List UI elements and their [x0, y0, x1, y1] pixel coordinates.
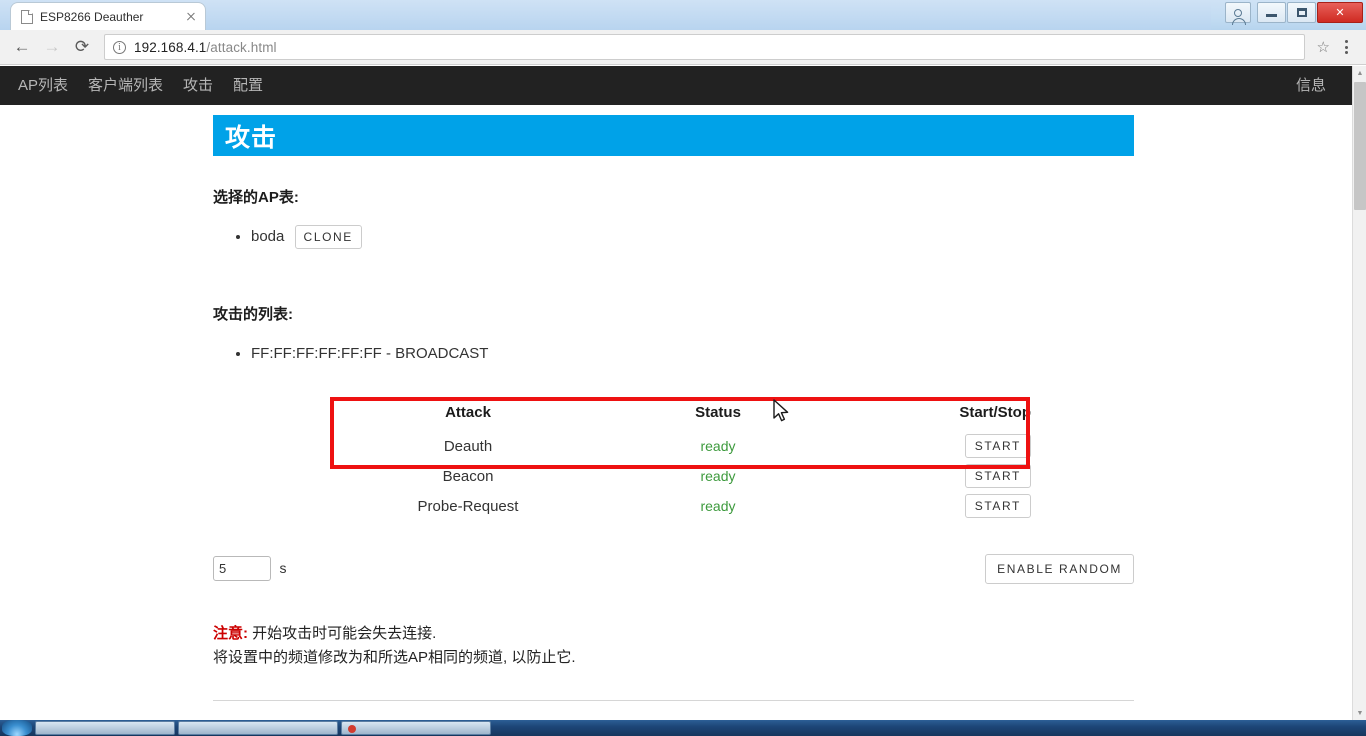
table-row-beacon: Beacon ready START [333, 461, 1033, 491]
column-header-start-stop: Start/Stop [833, 398, 1033, 431]
start-button-beacon[interactable]: START [965, 464, 1031, 488]
close-icon[interactable] [183, 9, 199, 25]
info-circle-icon[interactable]: i [113, 41, 126, 54]
url-text: 192.168.4.1/attack.html [134, 40, 277, 55]
notice-line1: 注意: 开始攻击时可能会失去连接. [213, 622, 1134, 646]
selected-ap-name: boda [251, 228, 284, 245]
attack-name: Beacon [333, 461, 603, 491]
nav-item-client-list[interactable]: 客户端列表 [78, 66, 173, 105]
page-body: 攻击 选择的AP表: boda CLONE 攻击的列表: FF:FF:FF:FF… [0, 105, 1352, 720]
minimize-icon[interactable] [1257, 2, 1286, 23]
enable-random-button[interactable]: ENABLE RANDOM [985, 554, 1134, 584]
scroll-down-icon[interactable]: ▼ [1353, 706, 1366, 720]
tab-title: ESP8266 Deauther [40, 10, 176, 24]
status-badge: ready [700, 438, 735, 454]
forward-arrow-icon[interactable]: → [38, 33, 66, 61]
selected-ap-list: boda CLONE [213, 223, 1134, 251]
page-banner: 攻击 [213, 115, 1134, 156]
nav-item-settings[interactable]: 配置 [223, 66, 273, 105]
close-icon[interactable]: ✕ [1317, 2, 1363, 23]
attack-table-head: Attack Status Start/Stop [333, 398, 1033, 431]
page-title: 攻击 [225, 118, 277, 154]
column-header-status: Status [603, 398, 833, 431]
scrollbar-thumb[interactable] [1354, 82, 1366, 210]
list-item: FF:FF:FF:FF:FF:FF - BROADCAST [251, 340, 1134, 368]
person-icon[interactable] [1225, 2, 1251, 23]
attack-list-heading: 攻击的列表: [213, 303, 1134, 324]
table-row-deauth: Deauth ready START [333, 431, 1033, 461]
timeout-row: s ENABLE RANDOM [213, 556, 1134, 596]
browser-tab-esp8266-deauther[interactable]: ESP8266 Deauther [10, 2, 206, 30]
clone-button[interactable]: CLONE [295, 225, 362, 249]
list-item: boda CLONE [251, 223, 1134, 251]
attack-table-body: Deauth ready START Beacon ready START Pr… [333, 431, 1033, 521]
page-navbar: AP列表 客户端列表 攻击 配置 信息 [0, 66, 1352, 105]
start-button-icon[interactable] [2, 720, 32, 736]
url-host: 192.168.4.1 [134, 40, 206, 55]
window-controls: ✕ [1225, 0, 1366, 26]
kebab-menu-icon[interactable] [1338, 40, 1358, 54]
page-content: 攻击 选择的AP表: boda CLONE 攻击的列表: FF:FF:FF:FF… [213, 105, 1134, 720]
notice-block: 注意: 开始攻击时可能会失去连接. 将设置中的频道修改为和所选AP相同的频道, … [213, 622, 1134, 670]
timeout-unit: s [279, 560, 286, 576]
start-button-deauth[interactable]: START [965, 434, 1031, 458]
status-badge: ready [700, 498, 735, 514]
url-path: /attack.html [206, 40, 276, 55]
taskbar [0, 720, 1366, 736]
reload-icon[interactable]: ⟳ [68, 33, 96, 61]
mouse-cursor [772, 398, 792, 426]
page-icon [21, 10, 33, 24]
restore-icon[interactable] [1287, 2, 1316, 23]
nav-item-attack[interactable]: 攻击 [173, 66, 223, 105]
back-arrow-icon[interactable]: ← [8, 33, 36, 61]
timeout-input[interactable] [213, 556, 271, 581]
taskbar-item[interactable] [341, 721, 491, 735]
status-badge: ready [700, 468, 735, 484]
address-bar[interactable]: i 192.168.4.1/attack.html [104, 34, 1305, 60]
vertical-scrollbar[interactable]: ▲ ▼ [1352, 66, 1366, 720]
notice-text: 开始攻击时可能会失去连接. [248, 625, 436, 642]
column-header-attack: Attack [333, 398, 603, 431]
notice-line2: 将设置中的频道修改为和所选AP相同的频道, 以防止它. [213, 646, 1134, 670]
attack-name: Probe-Request [333, 491, 603, 521]
attack-target-list: FF:FF:FF:FF:FF:FF - BROADCAST [213, 340, 1134, 368]
screen: Microsoft Word ▬▬▬▬ ESP8266 Deauther ✕ ←… [0, 0, 1366, 736]
table-row-probe-request: Probe-Request ready START [333, 491, 1033, 521]
taskbar-item[interactable] [35, 721, 175, 735]
star-icon[interactable]: ☆ [1311, 38, 1336, 56]
selected-ap-heading: 选择的AP表: [213, 186, 1134, 207]
notice-prefix: 注意: [213, 625, 248, 642]
nav-item-info[interactable]: 信息 [1286, 66, 1344, 105]
nav-item-ap-list[interactable]: AP列表 [8, 66, 78, 105]
start-button-probe-request[interactable]: START [965, 494, 1031, 518]
browser-toolbar: ← → ⟳ i 192.168.4.1/attack.html ☆ [0, 30, 1366, 65]
attack-table: Attack Status Start/Stop Deauth ready ST… [333, 398, 1033, 521]
taskbar-item[interactable] [178, 721, 338, 735]
scroll-up-icon[interactable]: ▲ [1353, 66, 1366, 80]
divider [213, 700, 1134, 701]
attack-name: Deauth [333, 431, 603, 461]
table-header-row: Attack Status Start/Stop [333, 398, 1033, 431]
tab-strip: ESP8266 Deauther [0, 0, 1211, 30]
